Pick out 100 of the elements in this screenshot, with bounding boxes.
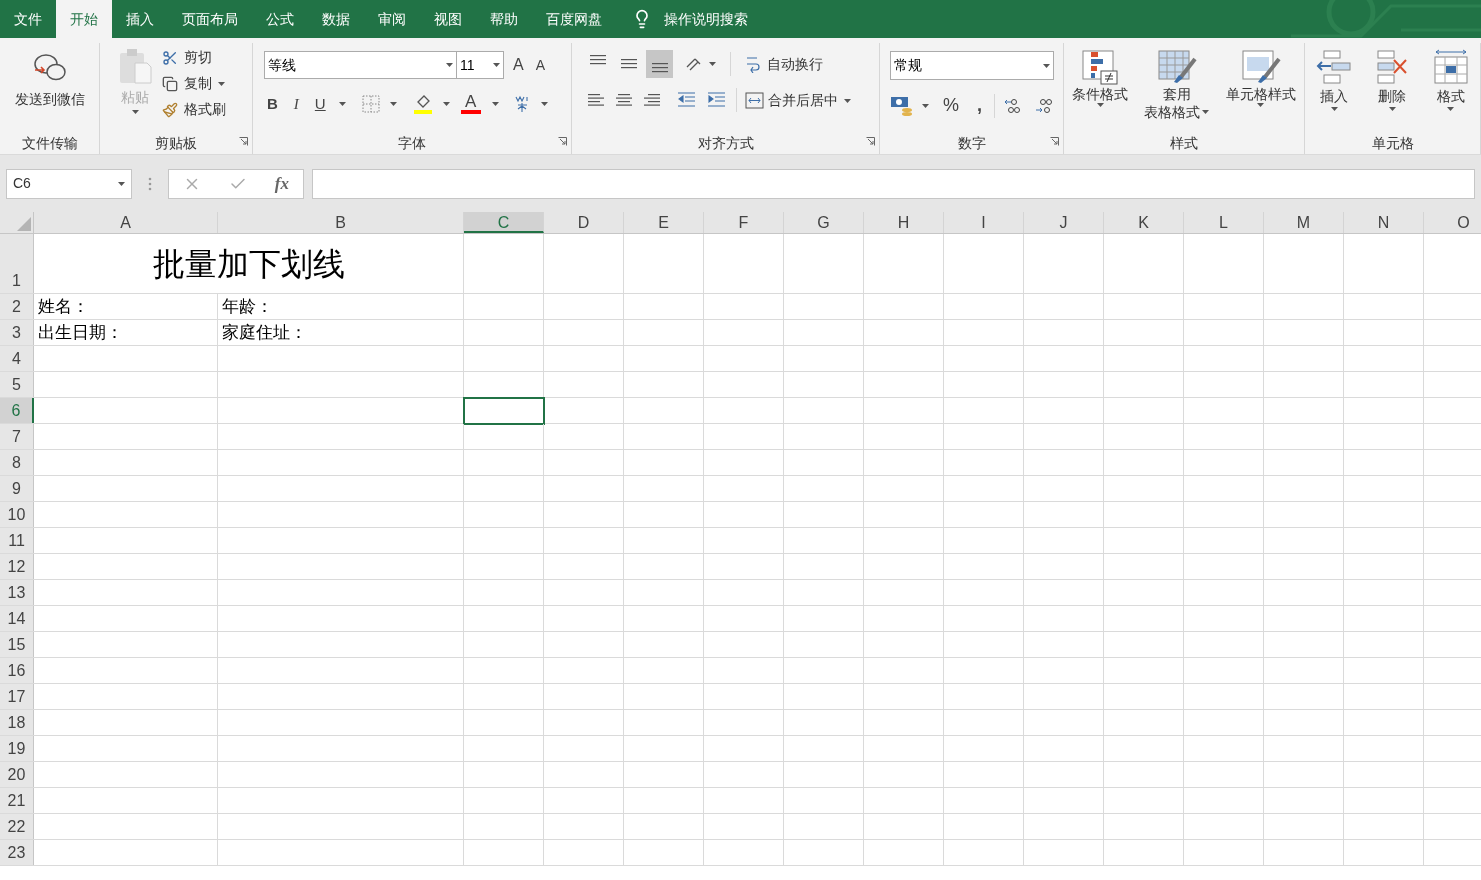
menu-tab[interactable]: 视图: [420, 0, 476, 38]
send-to-wechat-button[interactable]: 发送到微信: [0, 43, 99, 132]
row-header[interactable]: 20: [0, 762, 34, 787]
menu-tab[interactable]: 百度网盘: [532, 0, 616, 38]
dropdown-caret-icon: [1096, 103, 1104, 107]
copy-button[interactable]: 复制: [162, 73, 226, 94]
format-cells-button[interactable]: 格式: [1432, 49, 1469, 111]
row-header[interactable]: 22: [0, 814, 34, 839]
row-header[interactable]: 18: [0, 710, 34, 735]
row-header[interactable]: 2: [0, 294, 34, 319]
row-header[interactable]: 11: [0, 528, 34, 553]
dropdown-caret-icon: [844, 98, 851, 103]
column-header[interactable]: K: [1104, 212, 1184, 233]
group-label: 对齐方式: [697, 134, 754, 153]
drag-handle-icon: [148, 176, 152, 191]
dialog-launcher-icon[interactable]: [558, 137, 567, 146]
decrease-decimal-icon[interactable]: [1035, 96, 1053, 115]
vertical-align-button[interactable]: [646, 50, 673, 78]
row-header[interactable]: 6: [0, 398, 34, 423]
row-header[interactable]: 12: [0, 554, 34, 579]
conditional-format-button[interactable]: 条件格式: [1072, 49, 1129, 107]
row-header[interactable]: 15: [0, 632, 34, 657]
menu-tab[interactable]: 插入: [112, 0, 168, 38]
increase-indent-icon[interactable]: [706, 92, 726, 108]
merge-cells-icon: [745, 91, 764, 109]
font-size-field[interactable]: 11: [456, 51, 504, 79]
column-header[interactable]: L: [1184, 212, 1264, 233]
row-header[interactable]: 1: [0, 234, 34, 293]
dialog-launcher-icon[interactable]: [866, 137, 875, 146]
menu-tab[interactable]: 数据: [308, 0, 364, 38]
fill-color-icon[interactable]: [412, 94, 433, 115]
row-header[interactable]: 16: [0, 658, 34, 683]
wrap-text-icon: [745, 55, 761, 73]
column-header[interactable]: O: [1424, 212, 1481, 233]
row-header[interactable]: 23: [0, 840, 34, 865]
italic-button[interactable]: I: [290, 93, 302, 116]
menu-tab[interactable]: 页面布局: [168, 0, 252, 38]
cell-text: 出生日期：: [34, 320, 218, 345]
menu-tab[interactable]: 帮助: [476, 0, 532, 38]
column-header[interactable]: F: [704, 212, 784, 233]
column-header[interactable]: M: [1264, 212, 1344, 233]
column-header[interactable]: A: [34, 212, 218, 233]
dropdown-caret-icon: [118, 181, 125, 186]
sheet-title: 批量加下划线: [34, 234, 464, 293]
formula-input[interactable]: [312, 168, 1475, 199]
row-header[interactable]: 5: [0, 372, 34, 397]
row-header[interactable]: 10: [0, 502, 34, 527]
align-icon: [651, 63, 668, 73]
group-label: 数字: [957, 134, 986, 153]
format-painter-button[interactable]: 格式刷: [162, 99, 226, 120]
merge-center-button[interactable]: 合并后居中: [745, 89, 851, 111]
cell-styles-button[interactable]: 单元格样式: [1225, 49, 1296, 107]
shrink-font-button[interactable]: A: [532, 54, 548, 76]
decrease-indent-icon[interactable]: [676, 92, 696, 108]
insert-function-button[interactable]: fx: [274, 170, 289, 197]
group-label: 剪贴板: [155, 134, 197, 153]
increase-decimal-icon[interactable]: [1003, 96, 1021, 115]
underline-button[interactable]: U: [311, 93, 329, 116]
row-header[interactable]: 8: [0, 450, 34, 475]
percent-button[interactable]: %: [943, 92, 959, 119]
cut-button[interactable]: 剪切: [162, 47, 226, 68]
menu-tab[interactable]: 公式: [252, 0, 308, 38]
grow-font-button[interactable]: A: [510, 53, 527, 77]
delete-cells-button[interactable]: 删除: [1374, 49, 1411, 111]
currency-icon[interactable]: [890, 94, 914, 117]
copy-icon: [162, 75, 178, 92]
menu-tab[interactable]: 审阅: [364, 0, 420, 38]
align-icon: [587, 93, 605, 107]
wrap-text-button[interactable]: 自动换行: [745, 53, 823, 75]
row-header[interactable]: 17: [0, 684, 34, 709]
insert-cells-button[interactable]: 插入: [1316, 49, 1353, 111]
row-header[interactable]: 21: [0, 788, 34, 813]
column-header[interactable]: E: [624, 212, 704, 233]
font-color-button[interactable]: A: [459, 94, 482, 115]
column-header[interactable]: G: [784, 212, 864, 233]
row-header[interactable]: 14: [0, 606, 34, 631]
column-header[interactable]: D: [544, 212, 624, 233]
number-format-field[interactable]: 常规: [890, 51, 1054, 80]
menu-tab[interactable]: 文件: [0, 0, 56, 38]
column-header[interactable]: I: [944, 212, 1024, 233]
name-box[interactable]: C6: [6, 168, 132, 199]
column-header[interactable]: C: [464, 212, 544, 233]
format-as-table-button[interactable]: 套用 表格格式: [1144, 49, 1210, 121]
font-name-field[interactable]: 等线: [264, 51, 457, 79]
comma-style-button[interactable]: ,: [973, 92, 986, 119]
menu-tab[interactable]: 开始: [56, 0, 112, 38]
row-header[interactable]: 9: [0, 476, 34, 501]
row-header[interactable]: 3: [0, 320, 34, 345]
dialog-launcher-icon[interactable]: [239, 137, 248, 146]
row-header[interactable]: 4: [0, 346, 34, 371]
column-header[interactable]: H: [864, 212, 944, 233]
tell-me-search[interactable]: 操作说明搜索: [632, 0, 748, 38]
column-header[interactable]: J: [1024, 212, 1104, 233]
bold-button[interactable]: B: [264, 93, 281, 116]
dialog-launcher-icon[interactable]: [1050, 137, 1059, 146]
row-header[interactable]: 7: [0, 424, 34, 449]
clipboard-icon: [118, 47, 152, 85]
row-header[interactable]: 19: [0, 736, 34, 761]
column-header[interactable]: N: [1344, 212, 1424, 233]
row-header[interactable]: 13: [0, 580, 34, 605]
